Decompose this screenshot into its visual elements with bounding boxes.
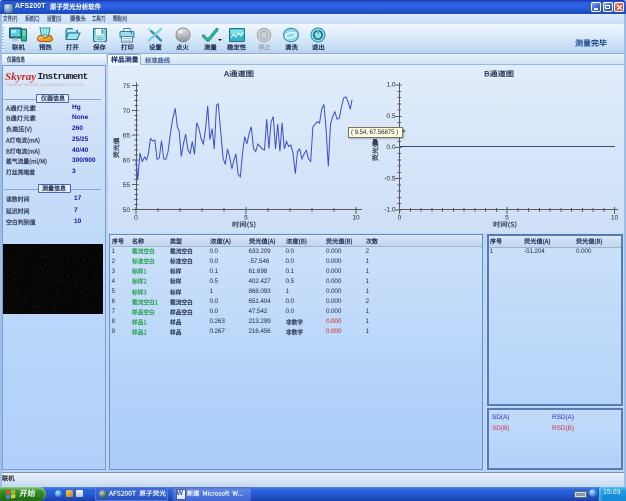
svg-text:10: 10 bbox=[352, 215, 360, 222]
svg-text:10: 10 bbox=[611, 215, 619, 222]
svg-text:-1.0: -1.0 bbox=[384, 207, 396, 214]
svg-text:0.5: 0.5 bbox=[386, 113, 395, 120]
svg-text:1.0: 1.0 bbox=[386, 82, 395, 89]
svg-text:0: 0 bbox=[398, 215, 402, 222]
svg-text:75: 75 bbox=[123, 83, 131, 90]
svg-text:0: 0 bbox=[134, 215, 138, 222]
svg-text:55: 55 bbox=[123, 182, 131, 189]
svg-text:65: 65 bbox=[123, 133, 131, 140]
svg-text:70: 70 bbox=[123, 108, 131, 115]
svg-text:-0.5: -0.5 bbox=[384, 175, 396, 182]
svg-text:60: 60 bbox=[123, 157, 131, 164]
svg-text:50: 50 bbox=[123, 207, 131, 214]
svg-text:0.0: 0.0 bbox=[386, 144, 395, 151]
